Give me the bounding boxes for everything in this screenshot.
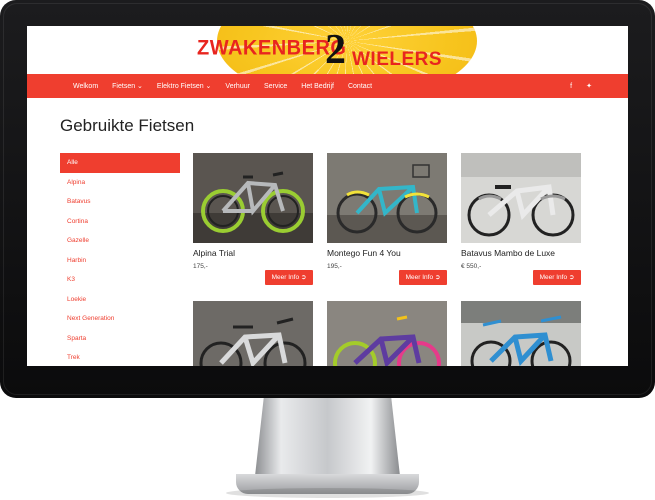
browser-screen: ZWAKENBERG 2 WIELERS Welkom Fietsen ⌄ El… — [27, 26, 628, 366]
more-info-button[interactable]: Meer Info ➲ — [265, 270, 313, 285]
product-price: 175,- — [193, 263, 208, 270]
nav-service[interactable]: Service — [264, 83, 287, 90]
filter-alle[interactable]: Alle — [60, 153, 180, 173]
filter-gazelle[interactable]: Gazelle — [60, 231, 180, 251]
logo-text-right[interactable]: WIELERS — [352, 49, 442, 71]
filter-k3[interactable]: K3 — [60, 270, 180, 290]
nav-contact[interactable]: Contact — [348, 83, 372, 90]
filter-loekie[interactable]: Loekie — [60, 290, 180, 310]
nav-het-bedrijf[interactable]: Het Bedrijf — [301, 83, 334, 90]
facebook-icon[interactable]: f — [570, 83, 572, 90]
filter-sparta[interactable]: Sparta — [60, 329, 180, 349]
product-name[interactable]: Batavus Mambo de Luxe — [461, 248, 581, 258]
nav-elektro-fietsen[interactable]: Elektro Fietsen ⌄ — [157, 82, 212, 90]
filter-trek[interactable]: Trek — [60, 348, 180, 366]
bike-photo[interactable] — [327, 301, 447, 366]
more-info-button[interactable]: Meer Info ➲ — [533, 270, 581, 285]
product-card — [327, 301, 447, 366]
twitter-icon[interactable]: ✦ — [586, 82, 592, 90]
brand-filter-list: Alle Alpina Batavus Cortina Gazelle Harb… — [60, 153, 180, 366]
product-card — [193, 301, 313, 366]
monitor-frame: ZWAKENBERG 2 WIELERS Welkom Fietsen ⌄ El… — [0, 0, 655, 398]
product-card: Alpina Trial 175,- Meer Info ➲ — [193, 153, 313, 285]
site-header: ZWAKENBERG 2 WIELERS — [27, 26, 628, 74]
main-navbar: Welkom Fietsen ⌄ Elektro Fietsen ⌄ Verhu… — [27, 74, 628, 98]
product-card — [461, 301, 581, 366]
bike-photo[interactable] — [193, 301, 313, 366]
product-name[interactable]: Montego Fun 4 You — [327, 248, 447, 258]
monitor-stand — [255, 398, 400, 476]
nav-verhuur[interactable]: Verhuur — [225, 83, 250, 90]
product-price: € 550,- — [461, 263, 482, 270]
nav-fietsen[interactable]: Fietsen ⌄ — [112, 82, 143, 90]
filter-batavus[interactable]: Batavus — [60, 192, 180, 212]
stand-shadow — [226, 488, 429, 498]
filter-alpina[interactable]: Alpina — [60, 173, 180, 193]
more-info-button[interactable]: Meer Info ➲ — [399, 270, 447, 285]
bike-photo[interactable] — [461, 301, 581, 366]
product-price: 195,- — [327, 263, 342, 270]
bike-photo[interactable] — [327, 153, 447, 243]
product-name[interactable]: Alpina Trial — [193, 248, 313, 258]
filter-next-generation[interactable]: Next Generation — [60, 309, 180, 329]
filter-cortina[interactable]: Cortina — [60, 212, 180, 232]
page-title: Gebruikte Fietsen — [60, 116, 195, 135]
nav-welkom[interactable]: Welkom — [73, 83, 98, 90]
product-card: Batavus Mambo de Luxe € 550,- Meer Info … — [461, 153, 581, 285]
logo-number[interactable]: 2 — [325, 26, 346, 74]
bike-photo[interactable] — [193, 153, 313, 243]
bike-photo[interactable] — [461, 153, 581, 243]
product-card: Montego Fun 4 You 195,- Meer Info ➲ — [327, 153, 447, 285]
filter-harbin[interactable]: Harbin — [60, 251, 180, 271]
